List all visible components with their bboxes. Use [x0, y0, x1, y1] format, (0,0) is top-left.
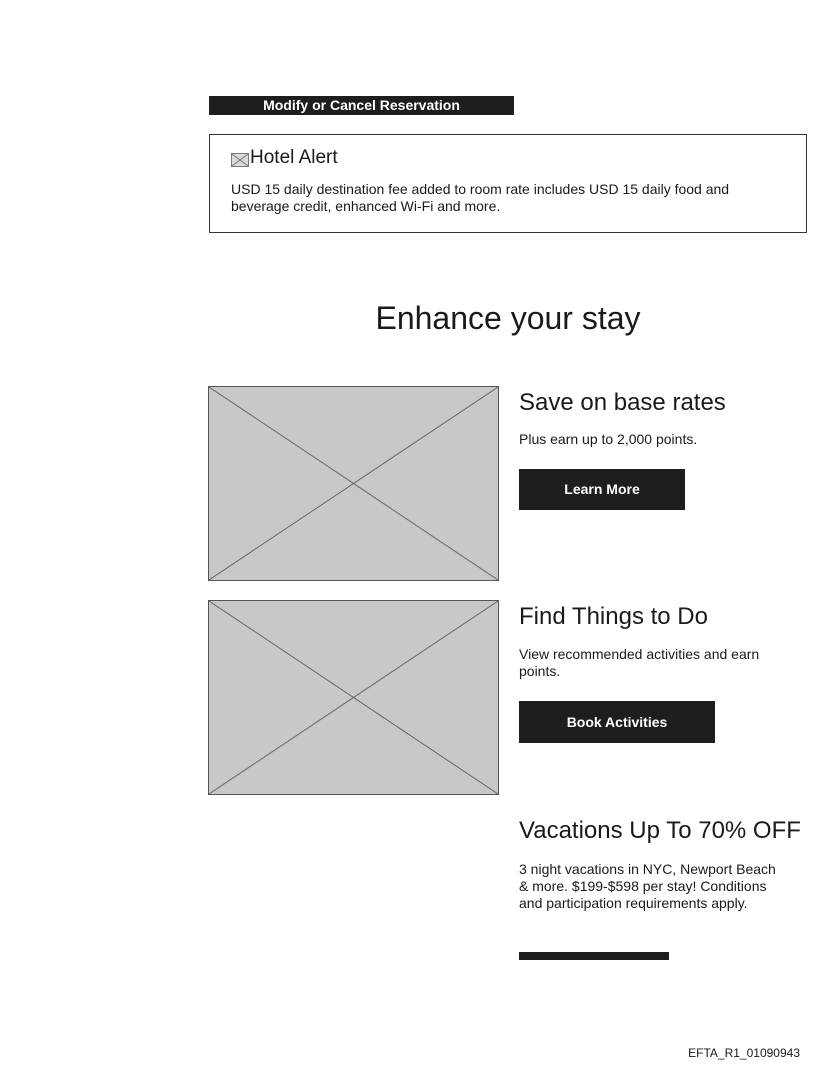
promo-image-placeholder[interactable]	[208, 386, 499, 581]
promo-title-things-to-do: Find Things to Do	[519, 603, 708, 630]
hotel-alert-heading: Hotel Alert	[231, 147, 338, 169]
broken-image-icon	[231, 151, 249, 167]
book-activities-button[interactable]: Book Activities	[519, 701, 715, 743]
promo-title-base-rates: Save on base rates	[519, 389, 726, 416]
promo-desc-base-rates: Plus earn up to 2,000 points.	[519, 431, 698, 447]
hotel-alert-title: Hotel Alert	[250, 147, 338, 168]
hotel-alert-text: USD 15 daily destination fee added to ro…	[231, 181, 730, 214]
promo-desc-vacations: 3 night vacations in NYC, Newport Beach …	[519, 861, 776, 911]
learn-more-button[interactable]: Learn More	[519, 469, 685, 510]
document-id: EFTA_R1_01090943	[688, 1046, 800, 1060]
promo-image-placeholder[interactable]	[208, 600, 499, 795]
enhance-stay-title: Enhance your stay	[375, 300, 641, 336]
promo-desc-things-to-do: View recommended activities and earn poi…	[519, 646, 760, 679]
promo-title-vacations: Vacations Up To 70% OFF	[519, 817, 801, 844]
vacations-button[interactable]	[519, 952, 669, 960]
modify-cancel-reservation-button[interactable]: Modify or Cancel Reservation	[209, 96, 514, 115]
hotel-alert-box: Hotel Alert USD 15 daily destination fee…	[209, 134, 807, 233]
